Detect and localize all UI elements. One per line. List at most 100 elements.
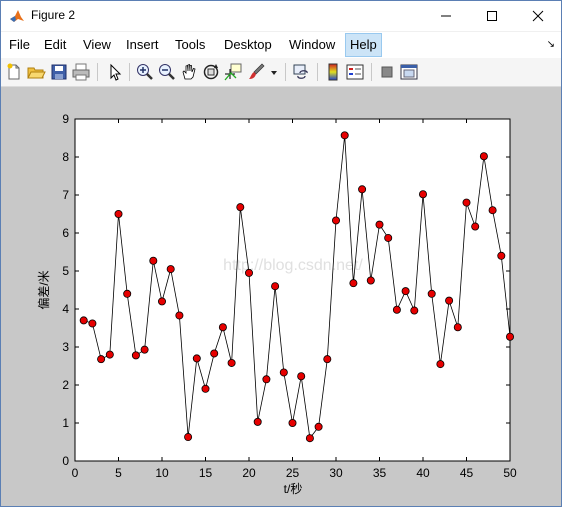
minimize-button[interactable]	[423, 1, 469, 31]
print-icon[interactable]	[71, 62, 91, 82]
data-point	[392, 305, 401, 314]
plot-area	[74, 118, 511, 462]
x-tick-label: 50	[503, 466, 517, 480]
maximize-button[interactable]	[469, 1, 515, 31]
data-point	[479, 152, 488, 161]
brush-dropdown-icon[interactable]	[269, 62, 279, 82]
figure-canvas: http://blog.csdn.net/ 0123456789 0 5 10 15 2…	[1, 87, 561, 506]
x-tick-label: 0	[72, 466, 79, 480]
y-tick-label: 5	[62, 264, 69, 278]
toolbar-separator	[129, 63, 130, 81]
data-point	[453, 323, 462, 332]
data-point	[227, 358, 236, 367]
maximize-icon	[487, 11, 497, 21]
y-tick-label: 0	[62, 454, 69, 468]
x-axis-label: t/秒	[284, 482, 303, 496]
colorbar-icon[interactable]	[323, 62, 343, 82]
data-point	[114, 210, 123, 219]
data-point	[157, 297, 166, 306]
data-point	[123, 289, 132, 298]
data-point	[349, 279, 358, 288]
menu-edit[interactable]: Edit	[44, 37, 66, 52]
menu-view[interactable]: View	[83, 37, 111, 52]
data-point	[297, 372, 306, 381]
open-file-icon[interactable]	[26, 62, 46, 82]
y-tick-label: 7	[62, 188, 69, 202]
data-point	[384, 233, 393, 242]
data-point	[427, 289, 436, 298]
data-point	[410, 306, 419, 315]
data-point	[97, 355, 106, 364]
data-point	[218, 323, 227, 332]
menu-desktop[interactable]: Desktop	[224, 37, 272, 52]
x-tick-label: 20	[242, 466, 256, 480]
new-figure-icon[interactable]	[4, 62, 24, 82]
x-tick-label: 25	[286, 466, 300, 480]
y-axis-label: 偏差/米	[36, 270, 51, 309]
x-tick-label: 40	[416, 466, 430, 480]
data-point	[131, 351, 140, 360]
y-tick-label: 9	[62, 112, 69, 126]
menu-insert[interactable]: Insert	[126, 37, 159, 52]
x-tick-label: 45	[460, 466, 474, 480]
title-bar: Figure 2	[1, 1, 561, 31]
data-cursor-icon[interactable]	[223, 62, 243, 82]
data-point	[79, 316, 88, 325]
menu-tools[interactable]: Tools	[175, 37, 205, 52]
legend-icon[interactable]	[345, 62, 365, 82]
data-point	[323, 355, 332, 364]
toolbar-separator	[97, 63, 98, 81]
link-icon[interactable]	[291, 62, 311, 82]
matlab-logo-icon	[9, 8, 25, 24]
zoom-out-icon[interactable]	[157, 62, 177, 82]
data-point	[201, 384, 210, 393]
y-tick-label: 3	[62, 340, 69, 354]
y-tick-label: 4	[62, 302, 69, 316]
menu-overflow-icon[interactable]: ↘	[547, 39, 555, 50]
toolbar	[1, 58, 561, 87]
window-title: Figure 2	[31, 8, 76, 22]
x-tick-label: 35	[373, 466, 387, 480]
data-point	[279, 368, 288, 377]
y-tick-label: 2	[62, 378, 69, 392]
close-button[interactable]	[515, 1, 561, 31]
close-icon	[532, 10, 544, 22]
zoom-in-icon[interactable]	[135, 62, 155, 82]
x-tick-label: 30	[329, 466, 343, 480]
menu-file[interactable]: File	[9, 37, 30, 52]
x-tick-label: 10	[155, 466, 169, 480]
save-icon[interactable]	[49, 62, 69, 82]
menu-help[interactable]: Help	[345, 33, 382, 57]
rotate-icon[interactable]	[201, 62, 221, 82]
brush-icon[interactable]	[247, 62, 267, 82]
data-point	[462, 198, 471, 207]
data-point	[175, 311, 184, 320]
data-point	[184, 433, 193, 442]
data-point	[166, 265, 175, 274]
hide-plot-tools-icon[interactable]	[377, 62, 397, 82]
data-point	[88, 319, 97, 328]
chart: http://blog.csdn.net/ 0123456789 0 5 10 15 2…	[36, 112, 517, 496]
watermark: http://blog.csdn.net/	[223, 257, 363, 274]
data-point	[497, 251, 506, 260]
toolbar-separator	[371, 63, 372, 81]
data-point	[436, 360, 445, 369]
pointer-icon[interactable]	[105, 62, 125, 82]
data-point	[488, 206, 497, 215]
data-point	[418, 190, 427, 199]
data-point	[305, 434, 314, 443]
show-plot-tools-icon[interactable]	[399, 62, 419, 82]
pan-icon[interactable]	[179, 62, 199, 82]
data-point	[262, 375, 271, 384]
toolbar-separator	[285, 63, 286, 81]
data-point	[314, 422, 323, 431]
data-point	[471, 222, 480, 231]
data-point	[445, 296, 454, 305]
menu-window[interactable]: Window	[289, 37, 335, 52]
minimize-icon	[441, 15, 451, 17]
data-point	[401, 287, 410, 296]
data-point	[505, 332, 514, 341]
data-point	[366, 276, 375, 285]
data-point	[340, 131, 349, 140]
data-point	[375, 220, 384, 229]
